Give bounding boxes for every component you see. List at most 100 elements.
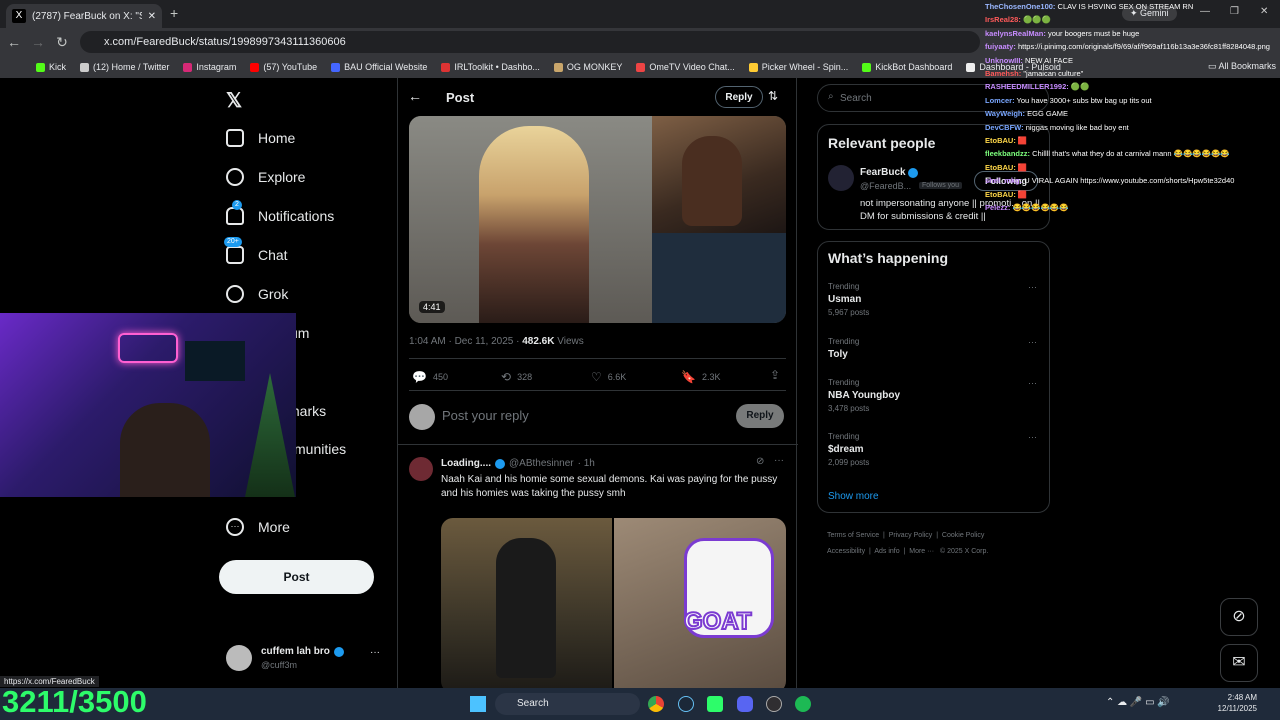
tab-close-icon[interactable]: ✕ bbox=[148, 11, 156, 22]
bookmark-item[interactable]: Picker Wheel - Spin... bbox=[748, 62, 849, 72]
tweet-more-icon[interactable]: ··· bbox=[774, 455, 784, 466]
browser-tab[interactable]: X (2787) FearBuck on X: "Streame ✕ bbox=[6, 4, 162, 28]
repost-icon: ⟲ bbox=[501, 370, 512, 384]
header-reply-button[interactable]: Reply bbox=[715, 86, 763, 108]
trend-name: Toly bbox=[828, 349, 848, 360]
filter-icon[interactable]: ⇅ bbox=[768, 89, 778, 103]
chat-message: TheChosenOne100: CLAV IS HSVING SEX ON S… bbox=[985, 0, 1280, 13]
chat-message: fleekbandzz: Chillll that's what they do… bbox=[985, 147, 1280, 160]
trend-item[interactable]: Trending $dream 2,099 posts ··· bbox=[828, 432, 1041, 476]
discord-icon[interactable] bbox=[737, 696, 753, 712]
trend-more-icon[interactable]: ··· bbox=[1028, 378, 1037, 388]
trend-more-icon[interactable]: ··· bbox=[1028, 432, 1037, 442]
grok-float-button[interactable]: ⊘ bbox=[1220, 598, 1258, 636]
repost-action[interactable]: ⟲ 328 bbox=[501, 370, 532, 384]
verified-icon bbox=[908, 168, 918, 178]
grok-icon[interactable]: ⊘ bbox=[756, 456, 764, 467]
goat-sticker-text: GOAT bbox=[683, 607, 753, 636]
divider bbox=[409, 390, 786, 391]
sidebar-item-notifications[interactable]: 2 Notifications bbox=[226, 200, 334, 231]
trend-label: Trending bbox=[828, 378, 860, 387]
search-icon: ⌕ bbox=[828, 91, 834, 102]
bookmark-label: Picker Wheel - Spin... bbox=[761, 62, 849, 72]
sidebar-item-more[interactable]: ··· More bbox=[226, 512, 290, 542]
footer-link[interactable]: Cookie Policy bbox=[942, 532, 984, 539]
reply-tweet[interactable]: Loading.... @ABthesinner · 1h ⊘ ··· Naah… bbox=[398, 445, 798, 688]
account-more-icon[interactable]: ··· bbox=[370, 647, 380, 658]
share-icon[interactable]: ⇪ bbox=[770, 368, 780, 382]
search-icon bbox=[226, 168, 244, 186]
show-more-link[interactable]: Show more bbox=[828, 491, 879, 502]
reply-submit-button[interactable]: Reply bbox=[736, 404, 784, 428]
new-tab-button[interactable]: + bbox=[170, 5, 178, 21]
footer-link[interactable]: Privacy Policy bbox=[889, 532, 933, 539]
tweet-media[interactable]: GOAT bbox=[441, 518, 786, 688]
messages-float-button[interactable]: ✉ bbox=[1220, 644, 1258, 682]
bookmark-action[interactable]: 🔖 2.3K bbox=[681, 370, 720, 384]
webcam-overlay bbox=[0, 313, 296, 497]
sidebar-item-label: More bbox=[258, 519, 290, 535]
post-button[interactable]: Post bbox=[219, 560, 374, 594]
whats-happening-card: What’s happening Trending Usman 5,967 po… bbox=[817, 241, 1050, 513]
sidebar-item-communities[interactable]: munities bbox=[294, 434, 346, 464]
back-arrow-icon[interactable]: ← bbox=[408, 88, 422, 104]
footer-link[interactable]: Terms of Service bbox=[827, 532, 879, 539]
footer-link[interactable]: More ··· bbox=[909, 548, 934, 555]
trend-item[interactable]: Trending Usman 5,967 posts ··· bbox=[828, 282, 1041, 326]
bookmark-label: Instagram bbox=[196, 62, 237, 72]
forward-icon[interactable]: → bbox=[30, 34, 46, 50]
trend-item[interactable]: Trending Toly ··· bbox=[828, 337, 1041, 367]
reply-input[interactable]: Post your reply bbox=[442, 408, 712, 423]
bookmark-item[interactable]: BAU Official Website bbox=[331, 62, 427, 72]
bookmark-item[interactable]: Instagram bbox=[183, 62, 236, 72]
app-icon[interactable] bbox=[707, 696, 723, 712]
search-placeholder: Search bbox=[840, 93, 872, 104]
heart-icon: ♡ bbox=[591, 370, 602, 384]
steam-icon[interactable] bbox=[678, 696, 694, 712]
tweet-text: Naah Kai and his homie some sexual demon… bbox=[441, 474, 778, 499]
trend-more-icon[interactable]: ··· bbox=[1028, 337, 1037, 347]
back-icon[interactable]: ← bbox=[6, 34, 22, 50]
trend-item[interactable]: Trending NBA Youngboy 3,478 posts ··· bbox=[828, 378, 1041, 422]
bookmark-label: Kick bbox=[49, 62, 67, 72]
post-video[interactable]: 4:41 bbox=[409, 116, 786, 323]
system-tray[interactable]: ⌃ ☁ 🎤 ▭ 🔊 bbox=[1106, 697, 1170, 708]
reload-icon[interactable]: ↻ bbox=[54, 34, 70, 50]
x-logo-icon[interactable]: 𝕏 bbox=[226, 88, 242, 113]
account-switcher[interactable]: cuffem lah bro @cuff3m ··· bbox=[226, 643, 386, 675]
address-bar[interactable]: x.com/FearedBuck/status/1998997343111360… bbox=[80, 31, 980, 53]
bookmark-label: IRLToolkit • Dashbo... bbox=[454, 62, 540, 72]
chrome-icon[interactable] bbox=[648, 696, 664, 712]
verified-icon bbox=[334, 647, 344, 657]
clock[interactable]: 2:48 AM 12/11/2025 bbox=[1205, 692, 1257, 714]
sidebar-item-chat[interactable]: 20+ Chat bbox=[224, 237, 288, 270]
reply-action[interactable]: 💬 450 bbox=[412, 370, 448, 384]
clock-time: 2:48 AM bbox=[1227, 693, 1257, 702]
bookmark-item[interactable]: Kick bbox=[36, 62, 66, 72]
taskbar-search[interactable]: Search bbox=[495, 693, 640, 715]
spotify-icon[interactable] bbox=[795, 696, 811, 712]
bookmark-item[interactable]: (12) Home / Twitter bbox=[80, 62, 169, 72]
sidebar-item-grok[interactable]: Grok bbox=[226, 279, 288, 309]
sidebar-item-home[interactable]: Home bbox=[226, 123, 295, 153]
like-action[interactable]: ♡ 6.6K bbox=[591, 370, 626, 384]
footer-copyright: © 2025 X Corp. bbox=[939, 548, 989, 555]
bookmark-item[interactable]: KickBot Dashboard bbox=[862, 62, 952, 72]
sidebar-item-explore[interactable]: Explore bbox=[226, 162, 305, 192]
chat-message: EtoBAU: 🟥 bbox=[985, 161, 1280, 174]
trend-more-icon[interactable]: ··· bbox=[1028, 282, 1037, 292]
tweet-author-name: Loading.... bbox=[441, 458, 491, 469]
footer-link[interactable]: Ads info bbox=[874, 548, 899, 555]
obs-icon[interactable] bbox=[766, 696, 782, 712]
chat-username: WayWeigh: bbox=[985, 109, 1026, 119]
footer-link[interactable]: Accessibility bbox=[827, 548, 865, 555]
bookmark-item[interactable]: OmeTV Video Chat... bbox=[636, 62, 735, 72]
start-icon[interactable] bbox=[470, 696, 486, 712]
chat-text: NEW AI FACE bbox=[1025, 55, 1073, 65]
bookmark-item[interactable]: (57) YouTube bbox=[250, 62, 317, 72]
chat-username: UnknowIII: bbox=[985, 55, 1023, 65]
comment-icon: 💬 bbox=[412, 370, 427, 384]
bookmark-item[interactable]: OG MONKEY bbox=[553, 62, 622, 72]
bookmark-item[interactable]: IRLToolkit • Dashbo... bbox=[441, 62, 540, 72]
chat-text: your boogers must be huge bbox=[1047, 28, 1140, 38]
